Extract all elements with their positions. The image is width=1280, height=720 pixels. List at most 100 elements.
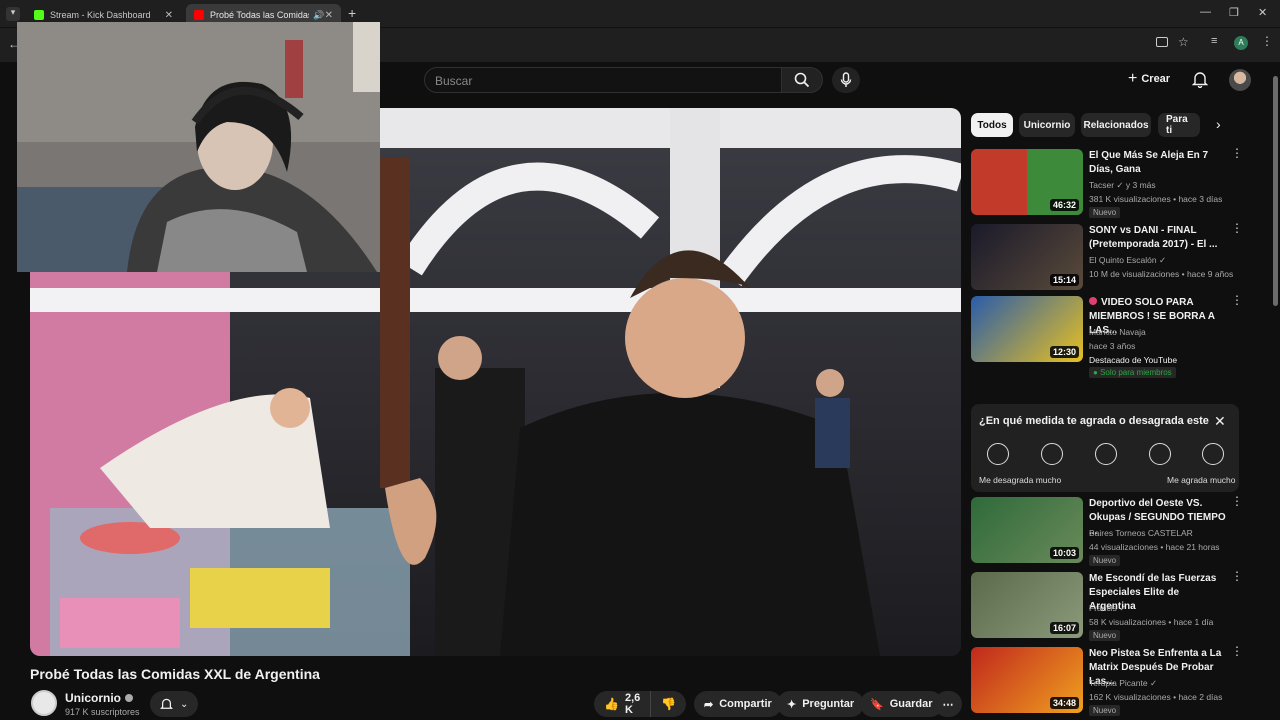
- profile-avatar[interactable]: A: [1234, 36, 1248, 50]
- tab-title: Stream - Kick Dashboard: [50, 10, 151, 20]
- minimize-icon[interactable]: —: [1200, 6, 1211, 18]
- close-tab-icon[interactable]: ✕: [165, 10, 173, 21]
- channel-name-text: Unicornio: [65, 691, 121, 705]
- create-button[interactable]: + Crear: [1128, 70, 1170, 88]
- members-dot-icon: [1089, 297, 1097, 305]
- more-icon[interactable]: ⋮: [1231, 645, 1243, 657]
- share-button[interactable]: ➦ Compartir: [694, 691, 782, 717]
- more-icon[interactable]: ⋮: [1231, 222, 1243, 234]
- video-thumbnail[interactable]: 15:14: [971, 224, 1083, 290]
- search-button[interactable]: [781, 67, 823, 93]
- very-satisfied-icon[interactable]: [1202, 443, 1224, 465]
- more-icon: ⋯: [942, 698, 954, 711]
- channel-avatar[interactable]: [31, 690, 57, 716]
- verified-icon: [125, 694, 133, 702]
- video-card-stats: 162 K visualizaciones • hace 2 días: [1089, 692, 1223, 702]
- video-card-stats: 10 M de visualizaciones • hace 9 años: [1089, 269, 1234, 279]
- chip-para-ti[interactable]: Para ti: [1158, 113, 1200, 137]
- close-icon[interactable]: ✕: [1214, 413, 1226, 430]
- kick-favicon-icon: [34, 10, 44, 20]
- new-badge: Nuevo: [1089, 630, 1121, 641]
- satisfied-icon[interactable]: [1149, 443, 1171, 465]
- subscriber-count: 917 K suscriptores: [65, 707, 140, 717]
- related-video-card[interactable]: 10:03 Deportivo del Oeste VS. Okupas / S…: [971, 495, 1271, 569]
- more-actions-button[interactable]: ⋯: [934, 691, 962, 717]
- video-duration: 10:03: [1049, 547, 1079, 559]
- channel-name[interactable]: Unicornio: [65, 691, 133, 705]
- scrollbar-thumb[interactable]: [1273, 76, 1278, 306]
- close-tab-icon[interactable]: ✕: [325, 10, 333, 21]
- user-avatar[interactable]: [1229, 69, 1251, 91]
- sparkle-icon: ✦: [787, 698, 797, 711]
- browser-menu-icon[interactable]: ⋮: [1261, 34, 1273, 48]
- video-thumbnail[interactable]: 46:32: [971, 149, 1083, 215]
- chip-todos[interactable]: Todos: [971, 113, 1013, 137]
- related-video-card[interactable]: 34:48 Neo Pistea Se Enfrenta a La Matrix…: [971, 645, 1271, 719]
- plus-icon: +: [1128, 70, 1138, 87]
- restore-icon[interactable]: ❐: [1229, 6, 1239, 19]
- tab-title: Probé Todas las Comidas XXL: [210, 10, 310, 20]
- members-icon: ●: [1093, 368, 1098, 377]
- video-card-title: SONY vs DANI - FINAL (Pretemporada 2017)…: [1089, 225, 1218, 250]
- thumbs-down-icon: 👎: [661, 697, 677, 711]
- video-thumbnail[interactable]: 34:48: [971, 647, 1083, 713]
- save-label: Guardar: [889, 698, 933, 710]
- video-card-channel: Terapia Picante ✓: [1089, 678, 1158, 688]
- chip-unicornio[interactable]: Unicornio: [1019, 113, 1075, 137]
- new-tab-button[interactable]: +: [348, 5, 356, 21]
- new-badge: Nuevo: [1089, 555, 1121, 566]
- chevron-right-icon[interactable]: ›: [1216, 116, 1221, 132]
- scale-high-label: Me agrada mucho: [1167, 475, 1236, 485]
- more-icon[interactable]: ⋮: [1231, 294, 1243, 306]
- save-button[interactable]: 🔖 Guardar: [860, 691, 943, 717]
- ask-button[interactable]: ✦ Preguntar: [777, 691, 865, 717]
- like-count: 2,6 K: [624, 692, 641, 716]
- video-card-channel: Baires Torneos CASTELAR: [1089, 528, 1193, 538]
- video-duration: 34:48: [1049, 697, 1079, 709]
- thumbs-up-icon: 👍: [604, 697, 619, 711]
- speaker-icon: 🔊: [313, 9, 325, 20]
- more-icon[interactable]: ⋮: [1231, 147, 1243, 159]
- notifications-button[interactable]: [1191, 70, 1209, 93]
- webcam-frame: [17, 22, 380, 272]
- video-duration: 46:32: [1049, 199, 1079, 211]
- survey-question: ¿En qué medida te agrada o desagrada est…: [979, 415, 1209, 427]
- related-video-card[interactable]: 12:30 VIDEO SOLO PARA MIEMBROS ! SE BORR…: [971, 294, 1271, 380]
- more-icon[interactable]: ⋮: [1231, 570, 1243, 582]
- video-title: Probé Todas las Comidas XXL de Argentina: [30, 666, 320, 682]
- video-duration: 15:14: [1049, 274, 1079, 286]
- related-video-card[interactable]: 16:07 Me Escondí de las Fuerzas Especial…: [971, 570, 1271, 644]
- install-app-icon[interactable]: [1156, 37, 1168, 47]
- video-thumbnail[interactable]: 16:07: [971, 572, 1083, 638]
- very-dissatisfied-icon[interactable]: [987, 443, 1009, 465]
- subscription-notifications-button[interactable]: ⌄: [150, 691, 198, 717]
- voice-search-button[interactable]: [832, 67, 860, 93]
- video-thumbnail[interactable]: 12:30: [971, 296, 1083, 362]
- search-icon: [794, 72, 810, 88]
- create-label: Crear: [1141, 73, 1171, 85]
- video-duration: 16:07: [1049, 622, 1079, 634]
- media-controls-icon[interactable]: ≡: [1211, 35, 1217, 47]
- search-input[interactable]: Buscar: [424, 67, 782, 93]
- bell-icon: [1191, 72, 1209, 89]
- dislike-button[interactable]: 👎: [651, 697, 686, 711]
- related-video-card[interactable]: 15:14 SONY vs DANI - FINAL (Pretemporada…: [971, 222, 1271, 296]
- like-button[interactable]: 👍 2,6 K: [594, 691, 652, 717]
- video-card-stats: 44 visualizaciones • hace 21 horas: [1089, 542, 1220, 552]
- video-card-stats: 58 K visualizaciones • hace 1 día: [1089, 617, 1214, 627]
- related-video-card[interactable]: 46:32 El Que Más Se Aleja En 7 Días, Gan…: [971, 147, 1271, 221]
- webcam-overlay: [17, 22, 380, 272]
- video-duration: 12:30: [1049, 346, 1079, 358]
- chip-relacionados[interactable]: Relacionados: [1081, 113, 1151, 137]
- video-card-stats: 381 K visualizaciones • hace 3 días: [1089, 194, 1223, 204]
- bookmark-star-icon[interactable]: ☆: [1178, 35, 1189, 49]
- close-window-icon[interactable]: ✕: [1258, 6, 1267, 19]
- new-badge: Nuevo: [1089, 705, 1121, 716]
- tab-search-button[interactable]: ▾: [6, 7, 20, 21]
- bookmark-icon: 🔖: [870, 698, 884, 711]
- more-icon[interactable]: ⋮: [1231, 495, 1243, 507]
- video-card-stats: hace 3 años: [1089, 341, 1136, 351]
- neutral-icon[interactable]: [1095, 443, 1117, 465]
- dissatisfied-icon[interactable]: [1041, 443, 1063, 465]
- video-thumbnail[interactable]: 10:03: [971, 497, 1083, 563]
